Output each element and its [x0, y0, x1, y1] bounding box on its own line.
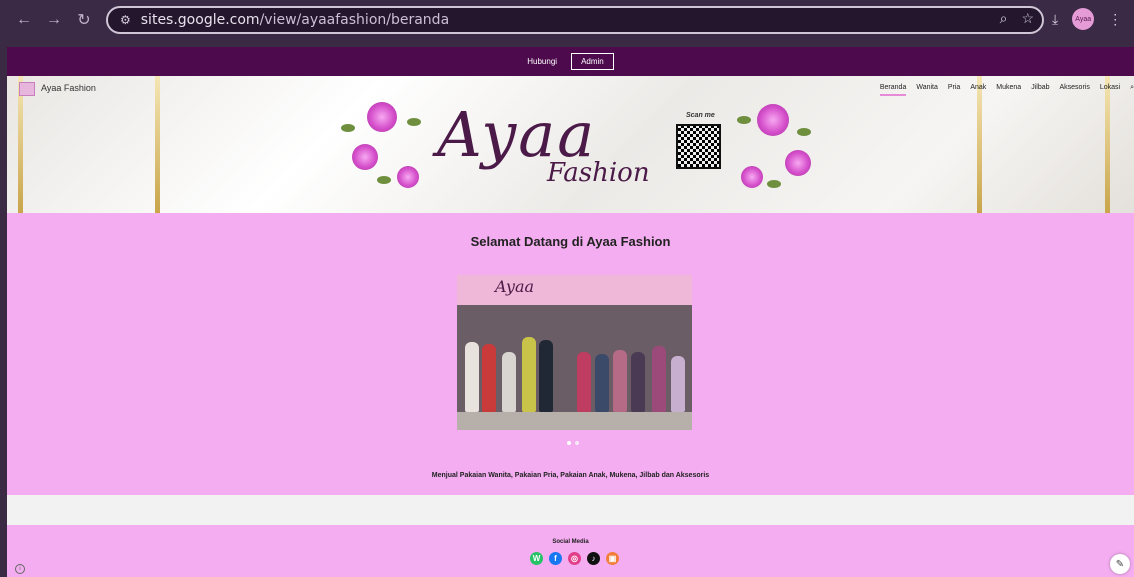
- decor-pillar: [155, 76, 160, 213]
- leaf-decoration: [737, 116, 751, 124]
- welcome-section: Selamat Datang di Ayaa Fashion Ayaa Menj…: [7, 213, 1134, 495]
- social-icons: Wf ◎ ♪ ▣: [530, 552, 619, 565]
- nav-beranda[interactable]: Beranda: [879, 84, 907, 96]
- brand-logo-subtext: Fashion: [547, 158, 650, 188]
- page-title: Selamat Datang di Ayaa Fashion: [470, 234, 671, 249]
- garment: [631, 352, 645, 412]
- nav-lokasi[interactable]: Lokasi: [1100, 84, 1120, 96]
- store-tagline: Menjual Pakaian Wanita, Pakaian Pria, Pa…: [431, 472, 710, 479]
- rose-decoration: [352, 144, 378, 170]
- nav-anak[interactable]: Anak: [970, 84, 986, 96]
- store-photo-carousel[interactable]: Ayaa: [457, 275, 692, 430]
- search-icon[interactable]: ⌕: [1130, 84, 1134, 96]
- leaf-decoration: [767, 180, 781, 188]
- nav-mukena[interactable]: Mukena: [996, 84, 1021, 96]
- edit-pencil-icon[interactable]: ✎: [1110, 554, 1130, 574]
- hubungi-link[interactable]: Hubungi: [527, 57, 557, 66]
- qr-code: [676, 124, 721, 169]
- profile-avatar[interactable]: Ayaa: [1072, 8, 1095, 30]
- admin-button[interactable]: Admin: [571, 53, 614, 70]
- decor-pillar: [18, 76, 23, 213]
- garment: [595, 354, 609, 412]
- garment: [465, 342, 479, 412]
- forward-icon[interactable]: →: [42, 8, 66, 32]
- nav-aksesoris[interactable]: Aksesoris: [1060, 84, 1090, 96]
- rose-decoration: [757, 104, 789, 136]
- social-media-title: Social Media: [552, 539, 589, 545]
- leaf-decoration: [377, 176, 391, 184]
- site-logo[interactable]: [19, 82, 35, 96]
- bookmark-star-icon[interactable]: ☆: [1021, 10, 1034, 27]
- download-icon[interactable]: ⤓: [1052, 11, 1058, 28]
- garment: [502, 352, 516, 412]
- header-banner: Ayaa Fashion Beranda Wanita Pria Anak Mu…: [7, 76, 1134, 213]
- scan-me-label: Scan me: [686, 112, 715, 119]
- shop-icon[interactable]: ▣: [606, 552, 619, 565]
- rose-decoration: [741, 166, 763, 188]
- garment: [482, 344, 496, 412]
- decor-pillar: [1105, 76, 1110, 213]
- whatsapp-icon[interactable]: W: [530, 552, 543, 565]
- rose-decoration: [785, 150, 811, 176]
- nav-pria[interactable]: Pria: [948, 84, 960, 96]
- leaf-decoration: [407, 118, 421, 126]
- main-nav: Beranda Wanita Pria Anak Mukena Jilbab A…: [879, 84, 1134, 96]
- garment: [522, 337, 536, 412]
- info-icon[interactable]: i: [15, 564, 25, 574]
- address-bar[interactable]: ⚙ sites.google.com/view/ayaafashion/bera…: [106, 6, 1044, 34]
- store-floor: [457, 412, 692, 430]
- garment: [577, 352, 591, 412]
- carousel-indicators: [567, 441, 579, 445]
- garment: [652, 346, 666, 412]
- rose-decoration: [367, 102, 397, 132]
- zoom-icon[interactable]: ⌕: [1000, 10, 1008, 27]
- site-info-icon[interactable]: ⚙: [120, 13, 131, 27]
- nav-jilbab[interactable]: Jilbab: [1031, 84, 1049, 96]
- carousel-dot[interactable]: [575, 441, 579, 445]
- garment: [671, 356, 685, 412]
- url-text: sites.google.com/view/ayaafashion/berand…: [140, 12, 450, 28]
- tiktok-icon[interactable]: ♪: [587, 552, 600, 565]
- rose-decoration: [397, 166, 419, 188]
- footer-section: Social Media Wf ◎ ♪ ▣: [7, 525, 1134, 577]
- nav-wanita[interactable]: Wanita: [916, 84, 938, 96]
- leaf-decoration: [797, 128, 811, 136]
- decor-pillar: [977, 76, 982, 213]
- announcement-bar: Hubungi Admin: [7, 47, 1134, 76]
- browser-toolbar: ← → ↻ ⚙ sites.google.com/view/ayaafashio…: [0, 0, 1134, 40]
- garment: [613, 350, 627, 412]
- garment: [539, 340, 553, 412]
- reload-icon[interactable]: ↻: [72, 8, 96, 32]
- store-sign: Ayaa: [457, 275, 692, 305]
- carousel-dot[interactable]: [567, 441, 571, 445]
- facebook-icon[interactable]: f: [549, 552, 562, 565]
- instagram-icon[interactable]: ◎: [568, 552, 581, 565]
- leaf-decoration: [341, 124, 355, 132]
- site-name[interactable]: Ayaa Fashion: [41, 83, 96, 93]
- back-icon[interactable]: ←: [12, 8, 36, 32]
- web-page: Hubungi Admin Ayaa Fashion Beranda Wanit…: [7, 47, 1134, 577]
- menu-kebab-icon[interactable]: ⋮: [1108, 11, 1122, 28]
